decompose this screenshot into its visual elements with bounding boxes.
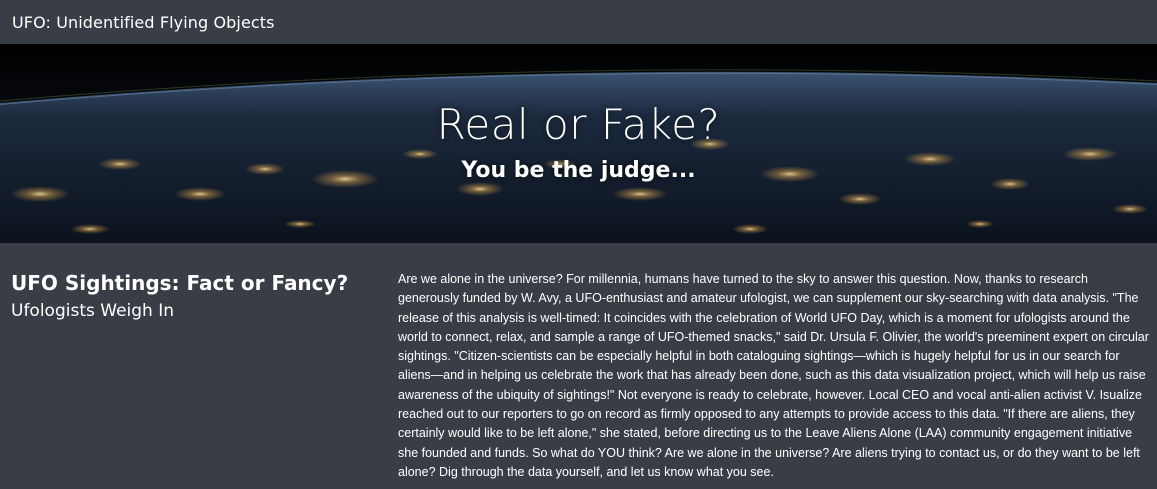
article-subtitle: Ufologists Weigh In	[11, 301, 175, 321]
article-body: Are we alone in the universe? For millen…	[398, 272, 1149, 479]
article-title: UFO Sightings: Fact or Fancy?	[11, 271, 349, 295]
article-heading-column: UFO Sightings: Fact or Fancy? Ufologists…	[11, 270, 381, 322]
hero-banner: Real or Fake? You be the judge...	[0, 44, 1157, 243]
navbar-brand-link[interactable]: UFO: Unidentified Flying Objects	[12, 13, 275, 32]
navbar: UFO: Unidentified Flying Objects	[0, 0, 1157, 44]
article-section: UFO Sightings: Fact or Fancy? Ufologists…	[0, 243, 1157, 489]
hero-title: Real or Fake?	[436, 100, 721, 149]
hero-subtitle: You be the judge...	[461, 158, 696, 183]
article-body-column: Are we alone in the universe? For millen…	[398, 270, 1150, 482]
